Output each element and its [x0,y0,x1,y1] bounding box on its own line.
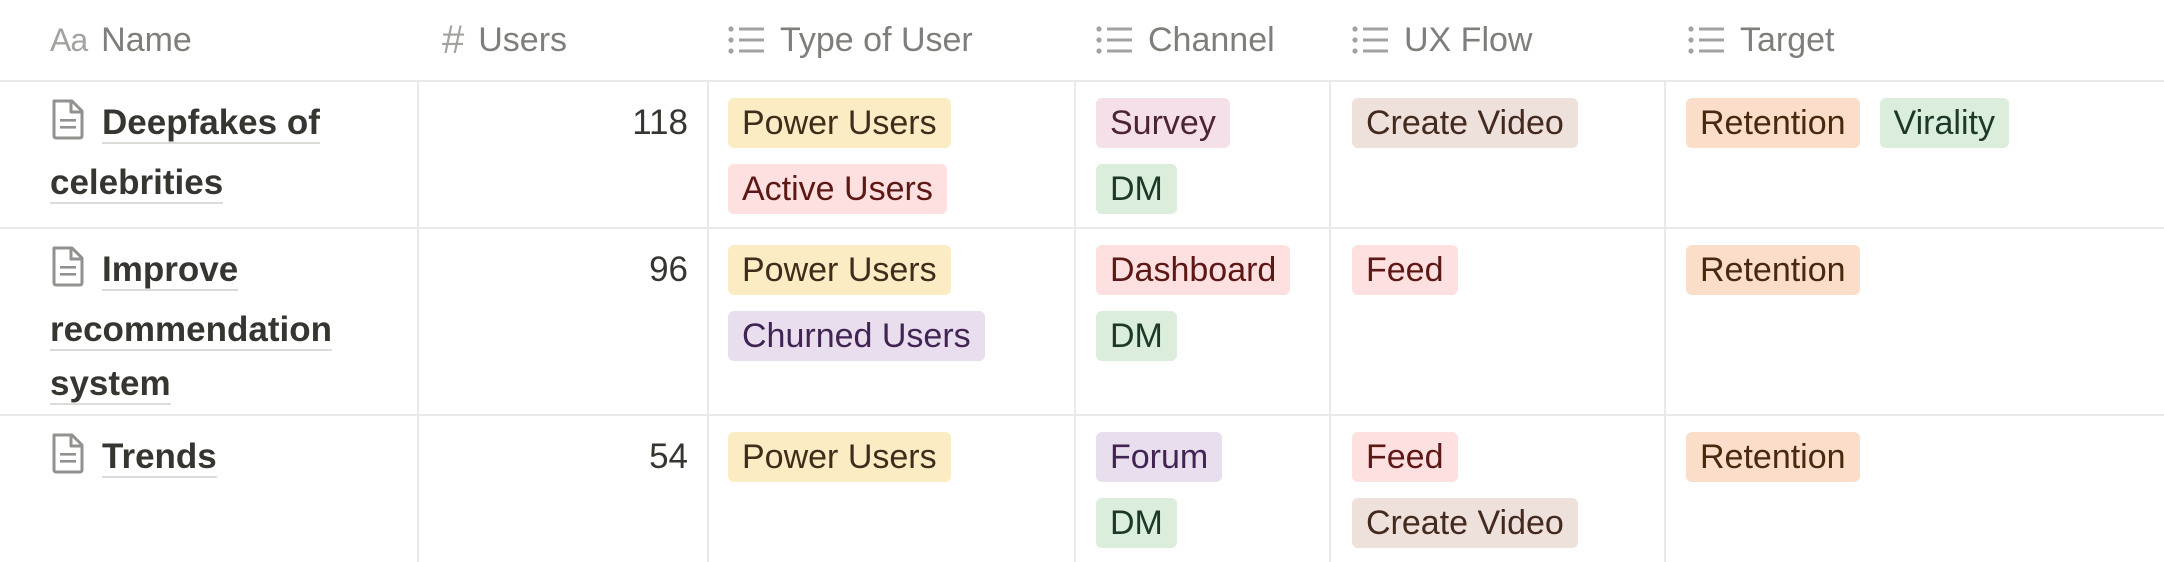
column-divider [1329,80,1331,562]
column-header-target[interactable]: Target [1688,0,1835,80]
tag-retention: Retention [1686,245,1860,295]
list-icon [1352,25,1390,55]
users-cell[interactable]: 54 [420,430,688,484]
page-title-continued: celebrities [50,163,224,204]
tag-retention: Retention [1686,98,1860,148]
users-cell[interactable]: 118 [420,96,688,150]
target-cell[interactable]: Retention [1686,245,2146,295]
list-icon [1096,25,1134,55]
ux-flow-cell[interactable]: Feed Create Video [1352,432,1652,548]
channel-cell[interactable]: Forum DM [1096,432,1296,548]
ux-flow-cell[interactable]: Create Video [1352,98,1652,148]
page-icon [50,98,86,156]
tag-virality: Virality [1879,98,2009,148]
column-header-label: Users [478,20,568,59]
page-title-link[interactable]: Trends [50,430,370,490]
page-icon [50,245,86,303]
tag-feed: Feed [1352,245,1458,295]
page-title: Deepfakes of [102,103,320,144]
list-icon [1688,25,1726,55]
tag-feed: Feed [1352,432,1458,482]
column-header-channel[interactable]: Channel [1096,0,1275,80]
tag-active-users: Active Users [728,164,947,214]
page-title: Trends [102,437,217,478]
table-row[interactable]: Improve recommendation system 96 Power U… [0,229,2164,416]
database-table: Aa Name # Users Type of User Channel UX … [0,0,2164,562]
page-title-link[interactable]: Deepfakes of celebrities [50,96,370,210]
tag-dm: DM [1096,311,1177,361]
column-header-ux-flow[interactable]: UX Flow [1352,0,1532,80]
users-cell[interactable]: 96 [420,243,688,297]
column-header-label: Target [1740,20,1835,59]
tag-dashboard: Dashboard [1096,245,1291,295]
column-divider [707,80,709,562]
ux-flow-cell[interactable]: Feed [1352,245,1652,295]
column-divider [1664,80,1666,562]
table-row[interactable]: Trends 54 Power Users Forum DM Feed Crea… [0,416,2164,562]
tag-dm: DM [1096,498,1177,548]
column-header-label: Name [101,20,192,59]
title-property-icon: Aa [50,21,88,58]
tag-forum: Forum [1096,432,1223,482]
column-header-label: UX Flow [1404,20,1533,59]
target-cell[interactable]: Retention Virality [1686,98,2146,148]
tag-churned-users: Churned Users [728,311,985,361]
name-cell[interactable]: Deepfakes of celebrities [50,96,370,210]
page-icon [50,432,86,490]
type-of-user-cell[interactable]: Power Users Active Users [728,98,1028,214]
tag-power-users: Power Users [728,98,951,148]
column-header-name[interactable]: Aa Name [50,0,192,80]
tag-power-users: Power Users [728,432,951,482]
list-icon [728,25,766,55]
target-cell[interactable]: Retention [1686,432,2146,482]
page-title-continued: system [50,364,171,405]
channel-cell[interactable]: Dashboard DM [1096,245,1326,361]
column-header-label: Channel [1148,20,1275,59]
tag-create-video: Create Video [1352,498,1578,548]
tag-retention: Retention [1686,432,1860,482]
number-property-icon: # [442,17,465,62]
table-row[interactable]: Deepfakes of celebrities 118 Power Users… [0,82,2164,229]
tag-dm: DM [1096,164,1177,214]
column-header-label: Type of User [780,20,973,59]
channel-cell[interactable]: Survey DM [1096,98,1296,214]
name-cell[interactable]: Improve recommendation system [50,243,370,411]
column-header-users[interactable]: # Users [442,0,567,80]
tag-power-users: Power Users [728,245,951,295]
table-header: Aa Name # Users Type of User Channel UX … [0,0,2164,82]
type-of-user-cell[interactable]: Power Users [728,432,1028,482]
type-of-user-cell[interactable]: Power Users Churned Users [728,245,1028,361]
name-cell[interactable]: Trends [50,430,370,490]
column-header-type-of-user[interactable]: Type of User [728,0,973,80]
page-title: Improve [102,250,239,291]
page-title-link[interactable]: Improve recommendation system [50,243,370,411]
tag-survey: Survey [1096,98,1230,148]
page-title-continued: recommendation [50,310,332,351]
column-divider [1074,80,1076,562]
column-divider [417,80,419,562]
tag-create-video: Create Video [1352,98,1578,148]
